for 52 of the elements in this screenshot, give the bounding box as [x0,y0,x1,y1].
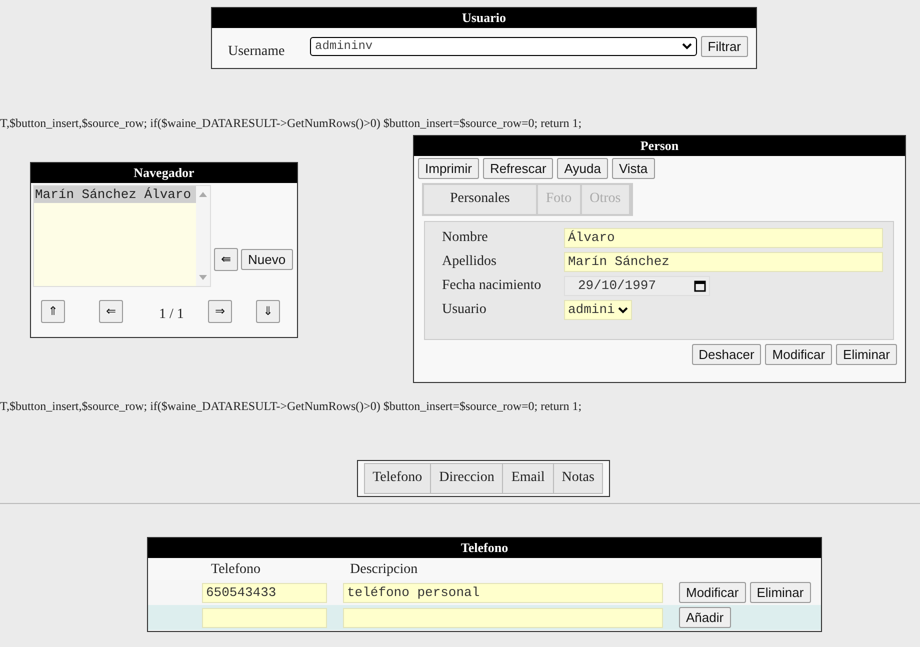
row-button[interactable]: Eliminar [750,582,811,603]
tab[interactable]: Personales [424,185,538,214]
modify-button[interactable]: Modificar [765,344,832,365]
tab[interactable]: Email [503,464,554,493]
row-button[interactable]: Modificar [679,582,746,603]
row-button[interactable]: Añadir [679,607,731,628]
field-label: Username [228,44,286,60]
scroll-down-icon[interactable] [199,275,207,280]
up-button[interactable]: ⇑ [41,300,65,323]
scroll-up-icon[interactable] [199,192,207,197]
toolbar-button[interactable]: Imprimir [418,158,479,179]
description-field[interactable] [343,608,663,628]
column-header: Telefono [211,562,262,578]
panel-title: Navegador [31,163,297,183]
chevron-icon [682,42,692,50]
panel-title: Person [414,136,905,156]
user-select[interactable]: admini [564,300,632,320]
field-label: Fecha nacimiento [442,278,542,294]
code-text: T,$button_insert,$source_row; if($waine_DATARESULT->GetNumRows()>0) $button_insert=$source_row=0; return 1; [0,117,582,129]
tab[interactable]: Notas [554,464,602,493]
tab[interactable]: Direccion [431,464,504,493]
toolbar-button[interactable]: Refrescar [482,158,554,179]
username-select[interactable]: admininv [310,36,697,56]
field-label: Usuario [442,302,488,318]
list-item[interactable]: Marín Sánchez Álvaro [34,186,196,203]
field-label: Nombre [442,230,489,246]
filter-button[interactable]: Filtrar [700,36,748,56]
text-field[interactable]: Marín Sánchez [564,252,883,272]
tab[interactable]: Telefono [364,464,432,493]
delete-button[interactable]: Eliminar [836,344,897,365]
down-button[interactable]: ⇓ [256,300,280,323]
column-header: Descripcion [350,562,418,578]
panel-title: Telefono [148,538,821,558]
chevron-icon [618,306,628,314]
page-counter: 1 / 1 [159,306,184,322]
next-button[interactable]: ⇒ [208,300,232,323]
phone-field[interactable] [202,608,327,628]
code-text: T,$button_insert,$source_row; if($waine_DATARESULT->GetNumRows()>0) $button_insert=$source_row=0; return 1; [0,400,582,412]
text-field[interactable]: Álvaro [564,228,883,248]
calendar-icon[interactable] [694,280,706,292]
date-field[interactable]: 29/10/1997 [564,276,710,296]
description-field[interactable]: teléfono personal [343,582,663,602]
undo-button[interactable]: Deshacer [692,344,762,365]
record-list[interactable]: Marín Sánchez Álvaro [33,185,211,287]
toolbar-button[interactable]: Vista [612,158,655,179]
toolbar-button[interactable]: Ayuda [557,158,608,179]
new-button[interactable]: Nuevo [241,248,293,270]
back-button[interactable]: ⇚ [214,248,238,270]
panel-title: Usuario [212,8,756,28]
field-label: Apellidos [442,254,498,270]
previous-button[interactable]: ⇐ [99,300,123,323]
phone-field[interactable]: 650543433 [202,582,327,602]
